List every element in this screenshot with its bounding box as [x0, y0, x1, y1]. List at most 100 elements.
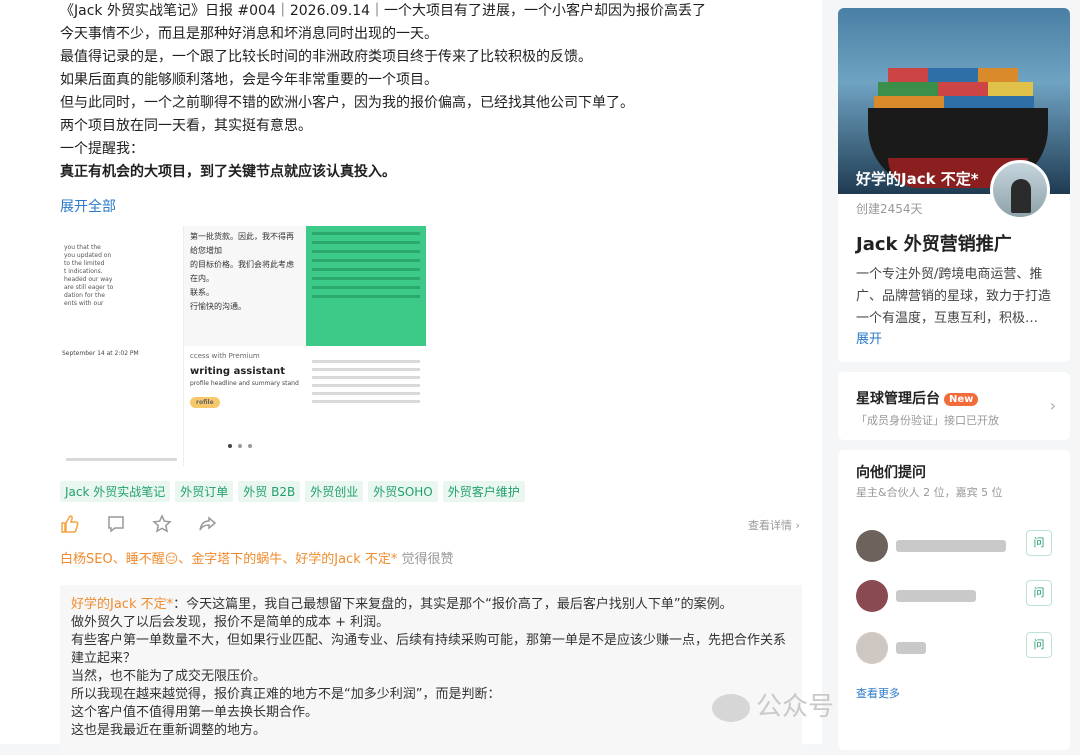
placeholder-line [312, 232, 420, 235]
placeholder-line [312, 392, 420, 395]
share-icon[interactable] [198, 514, 218, 539]
container-shape [978, 68, 1018, 82]
chat-line: dation for the [64, 292, 105, 299]
view-detail-label: 查看详情 [748, 519, 792, 532]
comment-line: 做外贸久了以后会发现，报价不是简单的成本 + 利润。 [71, 615, 390, 630]
comment-line: 这个客户值不值得用第一单去换长期合作。 [71, 705, 319, 720]
star-icon[interactable] [152, 514, 172, 539]
chevron-right-icon: › [1049, 396, 1056, 415]
blurred-name [896, 540, 1006, 552]
placeholder-line [312, 400, 420, 403]
tag[interactable]: 外贸创业 [305, 481, 364, 502]
post-line: 《Jack 外贸实战笔记》日报 #004｜2026.09.14｜一个大项目有了进… [60, 3, 707, 19]
comment-line: 这也是我最近在重新调整的地方。 [71, 723, 267, 738]
chat-line: headed our way [64, 276, 113, 283]
placeholder-line [312, 241, 420, 244]
post-line: 两个项目放在同一天看，其实挺有意思。 [60, 118, 312, 134]
expand-description-link[interactable]: 展开 [856, 328, 882, 347]
chat-text: you that the you updated on to the limited… [60, 226, 183, 308]
gallery-pagination[interactable] [228, 444, 252, 448]
admin-title: 星球管理后台 New [856, 388, 979, 408]
like-icon[interactable] [60, 514, 80, 539]
image-gallery[interactable]: you that the you updated on to the limited… [60, 226, 426, 466]
tag[interactable]: 外贸 B2B [238, 481, 301, 502]
view-detail-link[interactable]: 查看详情 › [748, 517, 800, 533]
chat-line: t indications. [64, 268, 103, 275]
tag[interactable]: 外贸SOHO [368, 481, 438, 502]
post-line: 如果后面真的能够顺利落地，会是今年非常重要的一个项目。 [60, 72, 438, 88]
page-dot[interactable] [238, 444, 242, 448]
post-line: 今天事情不少，而且是那种好消息和坏消息同时出现的一天。 [60, 26, 438, 42]
placeholder-line [312, 376, 420, 379]
liker-names[interactable]: 白杨SEO、睡不醒😑、金字塔下的蜗牛、好学的Jack 不定* [60, 552, 397, 567]
profile-card: 好学的Jack 不定* 创建2454天 Jack 外贸营销推广 一个专注外贸/跨… [838, 8, 1070, 362]
comment-line: 建立起来？ [71, 651, 137, 666]
asker-row: 问 [856, 578, 1056, 614]
gallery-image-3[interactable] [306, 226, 426, 346]
view-more-link[interactable]: 查看更多 [856, 685, 900, 701]
chat-line: are still eager to [64, 284, 114, 291]
avatar[interactable] [856, 580, 888, 612]
post-line: 但与此同时，一个之前聊得不错的欧洲小客户，因为我的报价偏高，已经找其他公司下单了… [60, 95, 634, 111]
chat-line: 联系。 [190, 288, 214, 297]
created-days: 创建2454天 [856, 202, 923, 216]
container-shape [988, 82, 1033, 96]
premium-heading: ccess with Premium [190, 352, 260, 360]
asker-row: 问 [856, 528, 1056, 564]
planet-name: Jack 外贸营销推广 [856, 234, 1012, 255]
admin-card[interactable]: 星球管理后台 New 「成员身份验证」接口已开放 › [838, 372, 1070, 440]
chat-date: September 14 at 2:02 PM [62, 350, 139, 357]
ask-button[interactable]: 问 [1026, 530, 1052, 556]
gallery-image-4[interactable] [306, 346, 426, 466]
banner-title: 好学的Jack 不定* [856, 170, 979, 188]
chat-line: ents with our [64, 300, 104, 307]
author-comment: 好学的Jack 不定*：今天这篇里，我自己最想留下来复盘的，其实是那个“报价高了… [60, 585, 802, 755]
premium-pill: rofile [190, 397, 220, 408]
post-main: 《Jack 外贸实战笔记》日报 #004｜2026.09.14｜一个大项目有了进… [0, 0, 990, 755]
avatar[interactable] [990, 160, 1050, 220]
ask-subtitle: 星主&合伙人 2 位，嘉宾 5 位 [856, 486, 1003, 499]
container-shape [938, 82, 988, 96]
comment-icon[interactable] [106, 514, 126, 539]
chat-line: you updated on [64, 252, 112, 259]
planet-description: 一个专注外贸/跨境电商运营、推广、品牌营销的星球，致力于打造一个有温度，互惠互利… [856, 267, 1052, 326]
placeholder-line [312, 286, 420, 289]
container-shape [888, 68, 928, 82]
expand-all-link[interactable]: 展开全部 [60, 196, 116, 216]
tag[interactable]: Jack 外贸实战笔记 [60, 481, 171, 502]
new-badge: New [944, 393, 979, 406]
post-line: 最值得记录的是，一个跟了比较长时间的非洲政府类项目终于传来了比较积极的反馈。 [60, 49, 592, 65]
comment-line: ：今天这篇里，我自己最想留下来复盘的，其实是那个“报价高了，最后客户找别人下单”… [173, 597, 733, 612]
ask-title: 向他们提问 [856, 465, 926, 481]
ask-button[interactable]: 问 [1026, 632, 1052, 658]
tag-list: Jack 外贸实战笔记 外贸订单 外贸 B2B 外贸创业 外贸SOHO 外贸客户… [60, 481, 525, 502]
placeholder-line [312, 259, 420, 262]
chinese-chat-text: 第一批货款。因此，我不得再给您增加 的目标价格。我们会将此考虑在内。 联系。 行愉快的… [184, 226, 306, 318]
page-dot[interactable] [228, 444, 232, 448]
comment-line: 所以我现在越来越觉得，报价真正难的地方不是“加多少利润”，而是判断： [71, 687, 501, 702]
blurred-name [896, 590, 976, 602]
container-shape [878, 82, 938, 96]
gallery-image-1[interactable]: you that the you updated on to the limited… [60, 226, 184, 466]
chat-line: you that the [64, 244, 101, 251]
placeholder-line [312, 295, 420, 298]
ask-card: 向他们提问 星主&合伙人 2 位，嘉宾 5 位 问 问 问 查看更多 [838, 450, 1070, 750]
comment-line: 有些客户第一单数量不大，但如果行业匹配、沟通专业、后续有持续采购可能，那第一单是… [71, 633, 787, 648]
avatar[interactable] [856, 632, 888, 664]
tag[interactable]: 外贸客户维护 [442, 481, 525, 502]
container-shape [928, 68, 978, 82]
avatar[interactable] [856, 530, 888, 562]
tag[interactable]: 外贸订单 [175, 481, 234, 502]
ask-button[interactable]: 问 [1026, 580, 1052, 606]
page-dot[interactable] [248, 444, 252, 448]
placeholder-line [312, 360, 420, 363]
post-actions [60, 514, 218, 539]
admin-title-text: 星球管理后台 [856, 391, 940, 407]
placeholder-line [312, 250, 420, 253]
premium-card: ccess with Premium writing assistant pro… [184, 346, 306, 466]
placeholder-line [312, 268, 420, 271]
post-line: 一个提醒我： [60, 141, 144, 157]
chat-line: to the limited [64, 260, 105, 267]
comment-author[interactable]: 好学的Jack 不定* [71, 597, 173, 612]
wechat-icon [712, 693, 750, 722]
